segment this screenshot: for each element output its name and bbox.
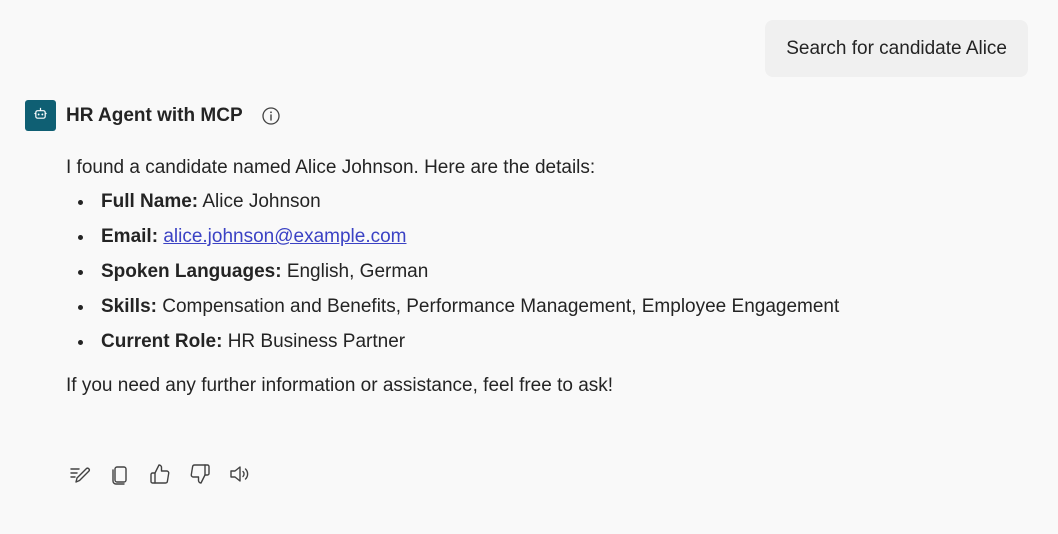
user-message-bubble: Search for candidate Alice xyxy=(765,20,1028,77)
email-link[interactable]: alice.johnson@example.com xyxy=(163,226,406,247)
detail-spoken-languages: Spoken Languages: English, German xyxy=(66,260,1026,295)
message-actions xyxy=(68,462,268,486)
chat-page: Search for candidate Alice HR Agent with… xyxy=(0,0,1058,534)
agent-response: I found a candidate named Alice Johnson.… xyxy=(66,156,1026,398)
response-intro: I found a candidate named Alice Johnson.… xyxy=(66,157,596,178)
detail-label: Skills: xyxy=(101,296,157,317)
agent-header: HR Agent with MCP xyxy=(25,100,281,131)
edit-icon[interactable] xyxy=(68,462,92,486)
agent-avatar xyxy=(25,100,56,131)
detail-current-role: Current Role: HR Business Partner xyxy=(66,330,1026,365)
detail-value: Compensation and Benefits, Performance M… xyxy=(162,296,840,317)
detail-skills: Skills: Compensation and Benefits, Perfo… xyxy=(66,295,1026,330)
detail-label: Spoken Languages: xyxy=(101,261,282,282)
agent-name: HR Agent with MCP xyxy=(66,104,243,126)
detail-label: Current Role: xyxy=(101,331,223,352)
bot-icon xyxy=(33,106,48,126)
response-outro: If you need any further information or a… xyxy=(66,375,614,396)
thumbs-up-icon[interactable] xyxy=(148,462,172,486)
detail-email: Email: alice.johnson@example.com xyxy=(66,225,1026,260)
info-icon[interactable] xyxy=(261,106,281,126)
read-aloud-icon[interactable] xyxy=(228,462,252,486)
copy-icon[interactable] xyxy=(108,462,132,486)
detail-value: HR Business Partner xyxy=(227,331,406,352)
user-message-text: Search for candidate Alice xyxy=(786,37,1007,59)
candidate-details-list: Full Name: Alice Johnson Email: alice.jo… xyxy=(66,190,1026,365)
detail-value: Alice Johnson xyxy=(202,191,321,212)
detail-full-name: Full Name: Alice Johnson xyxy=(66,190,1026,225)
detail-value: English, German xyxy=(286,261,429,282)
detail-label: Full Name: xyxy=(101,191,199,212)
thumbs-down-icon[interactable] xyxy=(188,462,212,486)
detail-label: Email: xyxy=(101,226,159,247)
